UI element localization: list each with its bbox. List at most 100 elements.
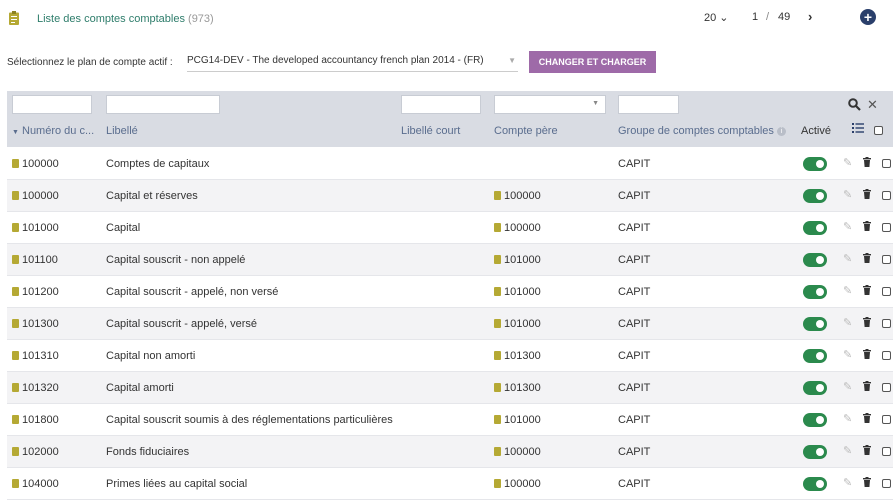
active-toggle[interactable] — [803, 253, 827, 267]
table-row[interactable]: 101000 Capital 100000 CAPIT ✎ — [7, 212, 893, 244]
row-checkbox[interactable] — [882, 383, 891, 392]
trash-icon[interactable] — [863, 445, 871, 455]
active-toggle[interactable] — [803, 317, 827, 331]
add-button[interactable]: + — [860, 9, 876, 25]
pencil-icon[interactable]: ✎ — [843, 348, 852, 361]
table-row[interactable]: 101310 Capital non amorti 101300 CAPIT ✎ — [7, 340, 893, 372]
row-compte-pere[interactable]: 100000 — [494, 478, 541, 490]
row-checkbox[interactable] — [882, 287, 891, 296]
trash-icon[interactable] — [863, 349, 871, 359]
row-compte-pere[interactable]: 101000 — [494, 254, 541, 266]
row-numero[interactable]: 102000 — [12, 446, 59, 458]
row-compte-pere[interactable]: 101000 — [494, 286, 541, 298]
page-number-input[interactable]: 1 — [752, 11, 758, 23]
trash-icon[interactable] — [863, 157, 871, 167]
row-numero[interactable]: 101300 — [12, 318, 59, 330]
column-header-groupe[interactable]: Groupe de comptes comptables i — [618, 125, 786, 137]
row-compte-pere[interactable]: 101000 — [494, 318, 541, 330]
row-numero[interactable]: 100000 — [12, 158, 59, 170]
pencil-icon[interactable]: ✎ — [843, 284, 852, 297]
trash-icon[interactable] — [863, 317, 871, 327]
row-numero[interactable]: 101100 — [12, 254, 58, 266]
row-numero[interactable]: 101000 — [12, 222, 59, 234]
page-separator: / — [766, 11, 770, 23]
active-toggle[interactable] — [803, 221, 827, 235]
active-toggle[interactable] — [803, 477, 827, 491]
pencil-icon[interactable]: ✎ — [843, 380, 852, 393]
row-checkbox[interactable] — [882, 191, 891, 200]
trash-icon[interactable] — [863, 221, 871, 231]
row-compte-pere[interactable]: 101000 — [494, 414, 541, 426]
page-size-select[interactable]: 20 ⌄ — [704, 11, 729, 24]
trash-icon[interactable] — [863, 477, 871, 487]
active-toggle[interactable] — [803, 445, 827, 459]
active-toggle[interactable] — [803, 349, 827, 363]
table-row[interactable]: 100000 Capital et réserves 100000 CAPIT ✎ — [7, 180, 893, 212]
row-compte-pere[interactable]: 100000 — [494, 222, 541, 234]
table-row[interactable]: 100000 Comptes de capitaux CAPIT ✎ — [7, 148, 893, 180]
column-header-numero[interactable]: ▼ Numéro du c... — [12, 125, 94, 137]
filter-groupe-input[interactable] — [618, 95, 679, 114]
pencil-icon[interactable]: ✎ — [843, 252, 852, 265]
row-numero[interactable]: 101310 — [12, 350, 59, 362]
table-row[interactable]: 104000 Primes liées au capital social 1000… — [7, 468, 893, 500]
table-row[interactable]: 102000 Fonds fiduciaires 100000 CAPIT ✎ — [7, 436, 893, 468]
column-header-active[interactable]: Activé — [801, 125, 831, 137]
filter-compte-pere-select[interactable]: ▼ — [494, 95, 606, 114]
row-compte-pere[interactable]: 101300 — [494, 350, 541, 362]
pencil-icon[interactable]: ✎ — [843, 444, 852, 457]
active-toggle[interactable] — [803, 189, 827, 203]
column-header-compte-pere[interactable]: Compte père — [494, 125, 558, 137]
active-toggle[interactable] — [803, 413, 827, 427]
row-checkbox[interactable] — [882, 159, 891, 168]
active-toggle[interactable] — [803, 157, 827, 171]
active-toggle[interactable] — [803, 381, 827, 395]
table-row[interactable]: 101300 Capital souscrit - appelé, versé 10… — [7, 308, 893, 340]
pencil-icon[interactable]: ✎ — [843, 188, 852, 201]
filter-libelle-court-input[interactable] — [401, 95, 481, 114]
row-numero[interactable]: 104000 — [12, 478, 59, 490]
row-compte-pere[interactable]: 100000 — [494, 446, 541, 458]
next-page-button[interactable]: › — [808, 9, 812, 24]
trash-icon[interactable] — [863, 189, 871, 199]
search-icon[interactable] — [848, 98, 861, 111]
row-checkbox[interactable] — [882, 255, 891, 264]
row-numero[interactable]: 101200 — [12, 286, 59, 298]
filter-libelle-input[interactable] — [106, 95, 220, 114]
list-icon[interactable] — [852, 123, 864, 133]
row-checkbox[interactable] — [882, 319, 891, 328]
change-and-load-button[interactable]: CHANGER ET CHARGER — [529, 51, 656, 73]
active-toggle[interactable] — [803, 285, 827, 299]
row-checkbox[interactable] — [882, 447, 891, 456]
row-numero[interactable]: 100000 — [12, 190, 59, 202]
table-row[interactable]: 101800 Capital souscrit soumis à des régl… — [7, 404, 893, 436]
select-all-checkbox[interactable] — [874, 126, 883, 135]
trash-icon[interactable] — [863, 381, 871, 391]
row-compte-pere[interactable]: 101300 — [494, 382, 541, 394]
row-compte-pere[interactable]: 100000 — [494, 190, 541, 202]
table-row[interactable]: 101320 Capital amorti 101300 CAPIT ✎ — [7, 372, 893, 404]
filter-numero-input[interactable] — [12, 95, 92, 114]
pencil-icon[interactable]: ✎ — [843, 220, 852, 233]
table-row[interactable]: 101100 Capital souscrit - non appelé 10100… — [7, 244, 893, 276]
row-numero[interactable]: 101320 — [12, 382, 59, 394]
trash-icon[interactable] — [863, 285, 871, 295]
plan-select[interactable]: PCG14-DEV - The developed accountancy fr… — [187, 55, 518, 72]
pencil-icon[interactable]: ✎ — [843, 316, 852, 329]
row-checkbox[interactable] — [882, 479, 891, 488]
pencil-icon[interactable]: ✎ — [843, 412, 852, 425]
pencil-icon[interactable]: ✎ — [843, 476, 852, 489]
row-checkbox[interactable] — [882, 223, 891, 232]
row-checkbox[interactable] — [882, 351, 891, 360]
trash-icon[interactable] — [863, 253, 871, 263]
row-libelle: Capital souscrit - appelé, non versé — [106, 286, 279, 298]
pencil-icon[interactable]: ✎ — [843, 156, 852, 169]
table-row[interactable]: 101200 Capital souscrit - appelé, non ver… — [7, 276, 893, 308]
trash-icon[interactable] — [863, 413, 871, 423]
close-icon[interactable]: ✕ — [867, 97, 878, 113]
row-numero[interactable]: 101800 — [12, 414, 59, 426]
row-checkbox[interactable] — [882, 415, 891, 424]
page-title[interactable]: Liste des comptes comptables (973) — [37, 13, 214, 25]
column-header-libelle-court[interactable]: Libellé court — [401, 125, 460, 137]
column-header-libelle[interactable]: Libellé — [106, 125, 138, 137]
